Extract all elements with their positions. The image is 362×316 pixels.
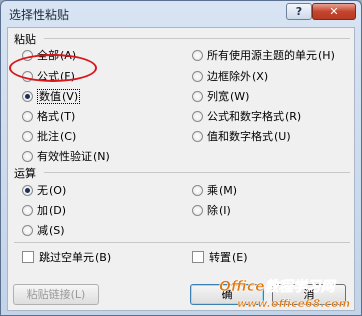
option-label: 无 bbox=[37, 184, 48, 197]
option-key: (W) bbox=[230, 90, 250, 103]
option-label: 数值 bbox=[39, 90, 61, 103]
radio-circle-selected bbox=[22, 184, 33, 196]
window-title: 选择性粘贴 bbox=[9, 8, 70, 22]
option-label: 公式和数字格式 bbox=[207, 110, 284, 123]
option-key: (U) bbox=[274, 130, 291, 143]
radio-paste-values-number-formats[interactable]: 值和数字格式(U) bbox=[192, 129, 291, 145]
option-key: (M) bbox=[219, 184, 238, 197]
radio-circle-selected bbox=[22, 90, 33, 102]
option-label: 格式 bbox=[37, 110, 59, 123]
radio-circle bbox=[192, 70, 203, 82]
checkbox-label: 跳过空单元 bbox=[39, 251, 94, 264]
checkbox-box bbox=[22, 251, 34, 263]
radio-circle bbox=[192, 130, 203, 142]
operation-section-header: 运算 bbox=[14, 167, 36, 180]
radio-circle bbox=[192, 90, 203, 102]
radio-paste-validation[interactable]: 有效性验证(N) bbox=[22, 149, 110, 165]
radio-circle bbox=[22, 224, 33, 236]
option-label: 除 bbox=[207, 204, 218, 217]
radio-paste-formats[interactable]: 格式(T) bbox=[22, 109, 75, 125]
radio-op-none[interactable]: 无(O) bbox=[22, 183, 66, 199]
radio-circle bbox=[192, 110, 203, 122]
option-label: 边框除外 bbox=[207, 70, 251, 83]
option-key: (T) bbox=[60, 110, 76, 123]
option-key: (R) bbox=[285, 110, 302, 123]
checkbox-key: (B) bbox=[95, 251, 112, 264]
help-button[interactable]: ? bbox=[286, 3, 312, 20]
option-key: (O) bbox=[49, 184, 67, 197]
option-key: (C) bbox=[60, 130, 77, 143]
checkbox-key: (E) bbox=[232, 251, 248, 264]
option-label: 列宽 bbox=[207, 90, 229, 103]
option-label: 有效性验证 bbox=[37, 150, 92, 163]
watermark-logo: Office教程学习网 www.office68.com bbox=[219, 278, 351, 311]
option-label: 批注 bbox=[37, 130, 59, 143]
option-label: 乘 bbox=[207, 184, 218, 197]
option-key: (D) bbox=[49, 204, 67, 217]
paste-section-header: 粘贴 bbox=[14, 33, 36, 46]
radio-circle bbox=[192, 49, 203, 61]
radio-paste-values[interactable]: 数值(V) bbox=[22, 89, 81, 105]
operation-divider bbox=[44, 172, 350, 173]
close-button[interactable]: ✕ bbox=[312, 3, 356, 20]
radio-op-multiply[interactable]: 乘(M) bbox=[192, 183, 237, 199]
highlight-ellipse bbox=[9, 54, 97, 82]
radio-circle bbox=[192, 184, 203, 196]
radio-circle bbox=[22, 204, 33, 216]
radio-op-add[interactable]: 加(D) bbox=[22, 203, 66, 219]
radio-paste-all-source-theme[interactable]: 所有使用源主题的单元(H) bbox=[192, 48, 335, 64]
option-key: (S) bbox=[49, 224, 65, 237]
option-label: 所有使用源主题的单元 bbox=[207, 49, 317, 62]
watermark-url: www.office68.com bbox=[237, 297, 350, 310]
option-label: 加 bbox=[37, 204, 48, 217]
option-key: (V) bbox=[62, 90, 79, 103]
radio-circle bbox=[22, 130, 33, 142]
paste-divider bbox=[44, 38, 350, 39]
radio-op-subtract[interactable]: 减(S) bbox=[22, 223, 65, 239]
option-key: (N) bbox=[93, 150, 110, 163]
paste-special-dialog: 选择性粘贴 ? ✕ 粘贴 全部(A) 公式(F) 数值(V) 格式(T) 批注(… bbox=[0, 0, 362, 316]
paste-link-button[interactable]: 粘贴链接(L) bbox=[13, 284, 99, 305]
radio-op-divide[interactable]: 除(I) bbox=[192, 203, 231, 219]
option-key: (H) bbox=[318, 49, 335, 62]
radio-paste-formulas-number-formats[interactable]: 公式和数字格式(R) bbox=[192, 109, 301, 125]
option-key: (I) bbox=[219, 204, 231, 217]
radio-paste-except-borders[interactable]: 边框除外(X) bbox=[192, 69, 268, 85]
transpose-checkbox[interactable]: 转置(E) bbox=[192, 250, 248, 266]
watermark-brand: Office教程学习网 bbox=[219, 278, 337, 295]
title-bar: 选择性粘贴 ? ✕ bbox=[1, 1, 361, 25]
radio-circle bbox=[22, 110, 33, 122]
option-label: 值和数字格式 bbox=[207, 130, 273, 143]
checkbox-box bbox=[192, 251, 204, 263]
checkbox-label: 转置 bbox=[209, 251, 231, 264]
skip-blanks-checkbox[interactable]: 跳过空单元(B) bbox=[22, 250, 111, 266]
radio-circle bbox=[192, 204, 203, 216]
option-label: 减 bbox=[37, 224, 48, 237]
radio-circle bbox=[22, 150, 33, 162]
option-focus-box: 数值(V) bbox=[37, 89, 81, 104]
option-key: (X) bbox=[252, 70, 269, 83]
radio-paste-comments[interactable]: 批注(C) bbox=[22, 129, 76, 145]
radio-paste-column-widths[interactable]: 列宽(W) bbox=[192, 89, 249, 105]
checks-divider bbox=[14, 242, 350, 243]
